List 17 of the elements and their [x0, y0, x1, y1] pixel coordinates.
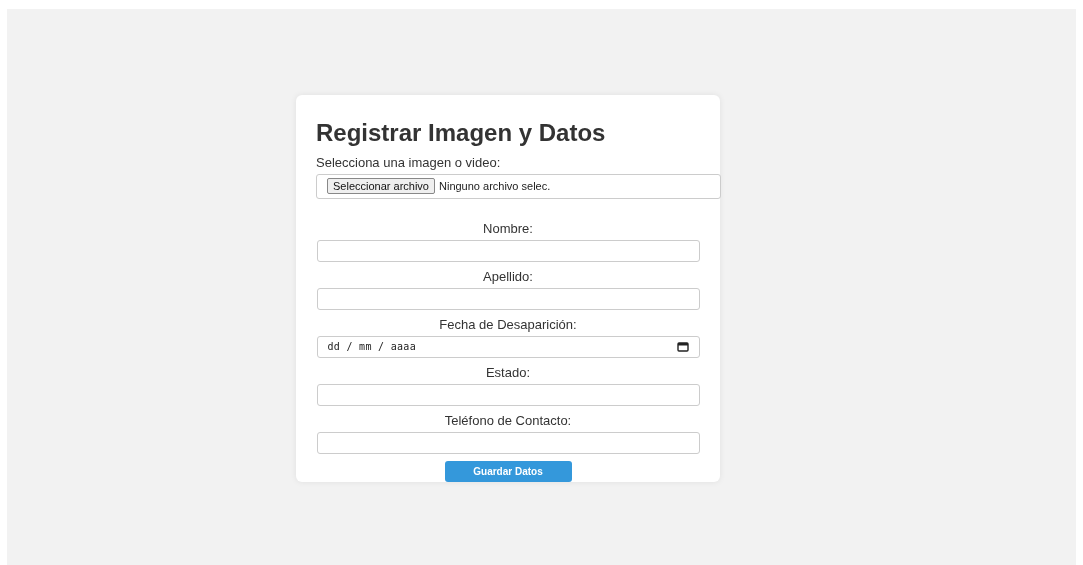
calendar-icon[interactable]	[676, 341, 689, 352]
field-label: Apellido:	[483, 268, 533, 284]
field-label: Teléfono de Contacto:	[444, 412, 572, 428]
field-label: Nombre:	[483, 220, 533, 236]
field-label: Fecha de Desaparición:	[439, 316, 577, 332]
input-field[interactable]	[316, 383, 700, 406]
date-field[interactable]: dd / mm / aaaa	[316, 335, 700, 358]
input-field[interactable]	[316, 287, 700, 310]
field-label: Estado:	[485, 364, 531, 380]
file-status: Ninguno archivo selec.	[439, 180, 551, 193]
date-placeholder: dd / mm / aaaa	[327, 341, 416, 353]
file-input[interactable]: Seleccionar archivo Ninguno archivo selec.	[316, 174, 721, 199]
form-title: Registrar Imagen y Datos	[316, 119, 606, 147]
input-field[interactable]	[316, 239, 700, 262]
choose-file-button[interactable]: Seleccionar archivo	[327, 178, 435, 195]
field-label: Selecciona una imagen o video:	[316, 155, 501, 170]
input-field[interactable]	[316, 431, 700, 454]
